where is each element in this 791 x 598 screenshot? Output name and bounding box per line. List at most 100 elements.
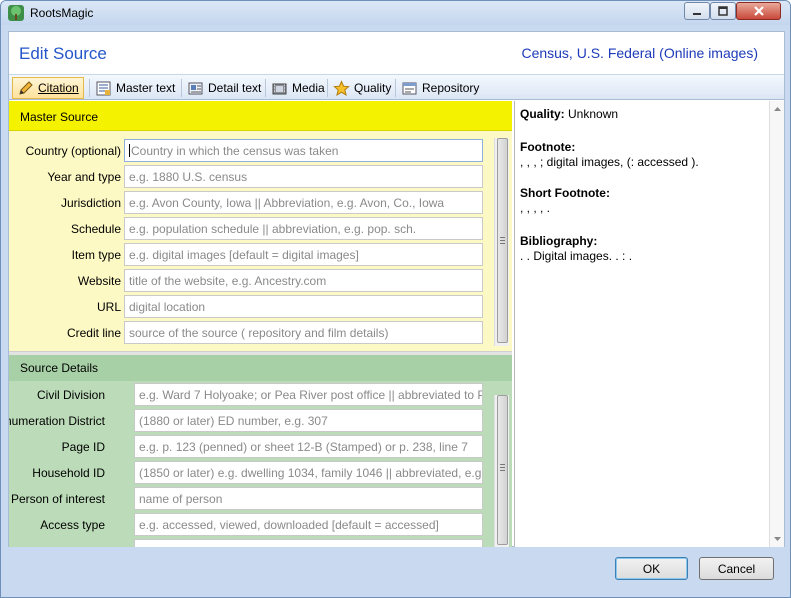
window-title: RootsMagic: [30, 6, 94, 20]
field-label: Country (optional): [25, 144, 121, 158]
tab-bar: Citation Master text Detail text Media Q…: [9, 74, 784, 100]
placeholder-text: e.g. accessed, viewed, downloaded [defau…: [139, 518, 439, 532]
field-label: Household ID: [32, 466, 105, 480]
field-row: [9, 538, 487, 547]
edit-source-window: RootsMagic Edit Source Census, U.S. Fede…: [0, 0, 791, 598]
tab-media[interactable]: Media: [267, 77, 329, 99]
access-type-input[interactable]: e.g. accessed, viewed, downloaded [defau…: [134, 513, 483, 536]
year-and-type-input[interactable]: e.g. 1880 U.S. census: [124, 165, 483, 188]
short-footnote-text: , , , , .: [520, 201, 551, 215]
details-scrollbar[interactable]: [494, 395, 509, 547]
footnote-label: Footnote:: [520, 140, 576, 154]
source-type-label: Census, U.S. Federal (Online images): [521, 45, 758, 61]
enumeration-district-input[interactable]: (1880 or later) ED number, e.g. 307: [134, 409, 483, 432]
url-input[interactable]: digital location: [124, 295, 483, 318]
jurisdiction-input[interactable]: e.g. Avon County, Iowa || Abbreviation, …: [124, 191, 483, 214]
field-row: Country (optional) Country in which the …: [9, 138, 487, 164]
website-input[interactable]: title of the website, e.g. Ancestry.com: [124, 269, 483, 292]
field-row: Page ID e.g. p. 123 (penned) or sheet 12…: [9, 434, 487, 460]
tab-repository[interactable]: Repository: [397, 77, 483, 99]
placeholder-text: digital location: [129, 300, 206, 314]
field-row: URL digital location: [9, 294, 487, 320]
minimize-icon: [693, 13, 701, 15]
field-label: Item type: [71, 248, 121, 262]
country-input[interactable]: Country in which the census was taken: [124, 139, 483, 162]
placeholder-text: e.g. p. 123 (penned) or sheet 12-B (Stam…: [139, 440, 468, 454]
scroll-down-icon[interactable]: [770, 533, 785, 545]
placeholder-text: e.g. population schedule || abbreviation…: [129, 222, 417, 236]
section-heading: Source Details: [20, 361, 99, 375]
placeholder-text: source of the source ( repository and fi…: [129, 326, 389, 340]
film-icon: [271, 80, 288, 97]
schedule-input[interactable]: e.g. population schedule || abbreviation…: [124, 217, 483, 240]
grip-line: [500, 243, 505, 244]
scroll-up-icon[interactable]: [770, 103, 785, 115]
placeholder-text: Country in which the census was taken: [131, 144, 339, 158]
person-of-interest-input[interactable]: name of person: [134, 487, 483, 510]
close-icon: [753, 6, 764, 16]
field-row: Schedule e.g. population schedule || abb…: [9, 216, 487, 242]
field-label: Credit line: [66, 326, 121, 340]
quality-block: Quality: Unknown: [520, 107, 618, 121]
placeholder-text: e.g. Avon County, Iowa || Abbreviation, …: [129, 196, 445, 210]
field-row: Item type e.g. digital images [default =…: [9, 242, 487, 268]
ok-button[interactable]: OK: [615, 557, 688, 580]
grip-line: [500, 470, 505, 471]
placeholder-text: e.g. digital images [default = digital i…: [129, 248, 359, 262]
close-window-button[interactable]: [736, 2, 781, 20]
grip-line: [500, 464, 505, 465]
placeholder-text: e.g. Ward 7 Holyoake; or Pea River post …: [139, 388, 483, 402]
field-row: Year and type e.g. 1880 U.S. census: [9, 164, 487, 190]
text-caret: [129, 144, 130, 157]
field-row: Household ID (1850 or later) e.g. dwelli…: [9, 460, 487, 486]
placeholder-text: (1850 or later) e.g. dwelling 1034, fami…: [139, 466, 483, 480]
tab-label: Media: [292, 81, 325, 95]
section-heading: Master Source: [20, 110, 99, 124]
partially-visible-input[interactable]: [134, 539, 483, 547]
tab-label: Master text: [116, 81, 176, 95]
tab-master-text[interactable]: Master text: [91, 77, 179, 99]
placeholder-text: e.g. 1880 U.S. census: [129, 170, 248, 184]
field-row: Website title of the website, e.g. Ances…: [9, 268, 487, 294]
text-doc-icon: [95, 80, 112, 97]
tab-label: Repository: [422, 81, 480, 95]
item-type-input[interactable]: e.g. digital images [default = digital i…: [124, 243, 483, 266]
dialog-client-area: Edit Source Census, U.S. Federal (Online…: [8, 31, 785, 547]
detail-doc-icon: [187, 80, 204, 97]
scroll-thumb[interactable]: [497, 138, 508, 343]
field-row: Person of interest name of person: [9, 486, 487, 512]
tab-separator: [327, 79, 328, 97]
preview-scrollbar[interactable]: [769, 101, 784, 547]
master-source-header: Master Source: [9, 101, 512, 131]
pencil-icon: [17, 80, 34, 97]
cancel-button[interactable]: Cancel: [699, 557, 774, 580]
tab-quality[interactable]: Quality: [329, 77, 395, 99]
field-label: Year and type: [47, 170, 121, 184]
page-title: Edit Source: [19, 44, 107, 63]
minimize-button[interactable]: [684, 2, 710, 20]
tab-separator: [395, 79, 396, 97]
placeholder-text: title of the website, e.g. Ancestry.com: [129, 274, 327, 288]
placeholder-text: name of person: [139, 492, 223, 506]
tab-detail-text[interactable]: Detail text: [183, 77, 265, 99]
field-label: URL: [96, 300, 121, 314]
field-label: Page ID: [61, 440, 105, 454]
title-bar[interactable]: RootsMagic: [1, 1, 790, 25]
star-icon: [333, 79, 350, 97]
citation-preview-pane: Quality: Unknown Footnote: , , , ; digit…: [514, 101, 784, 547]
short-footnote-label: Short Footnote:: [520, 186, 610, 200]
citation-form-pane: Master Source Country (optional) Country…: [9, 101, 512, 547]
field-label: Civil Division: [36, 388, 105, 402]
maximize-button[interactable]: [710, 2, 736, 20]
credit-line-input[interactable]: source of the source ( repository and fi…: [124, 321, 483, 344]
master-scrollbar[interactable]: [494, 138, 509, 346]
page-id-input[interactable]: e.g. p. 123 (penned) or sheet 12-B (Stam…: [134, 435, 483, 458]
field-label: Enumeration District: [9, 414, 105, 428]
tab-citation[interactable]: Citation: [12, 77, 84, 99]
footnote-block: Footnote: , , , ; digital images, (: acc…: [520, 140, 699, 169]
tab-label: Quality: [354, 81, 392, 95]
field-row: Jurisdiction e.g. Avon County, Iowa || A…: [9, 190, 487, 216]
civil-division-input[interactable]: e.g. Ward 7 Holyoake; or Pea River post …: [134, 383, 483, 406]
household-id-input[interactable]: (1850 or later) e.g. dwelling 1034, fami…: [134, 461, 483, 484]
scroll-thumb[interactable]: [497, 395, 508, 545]
